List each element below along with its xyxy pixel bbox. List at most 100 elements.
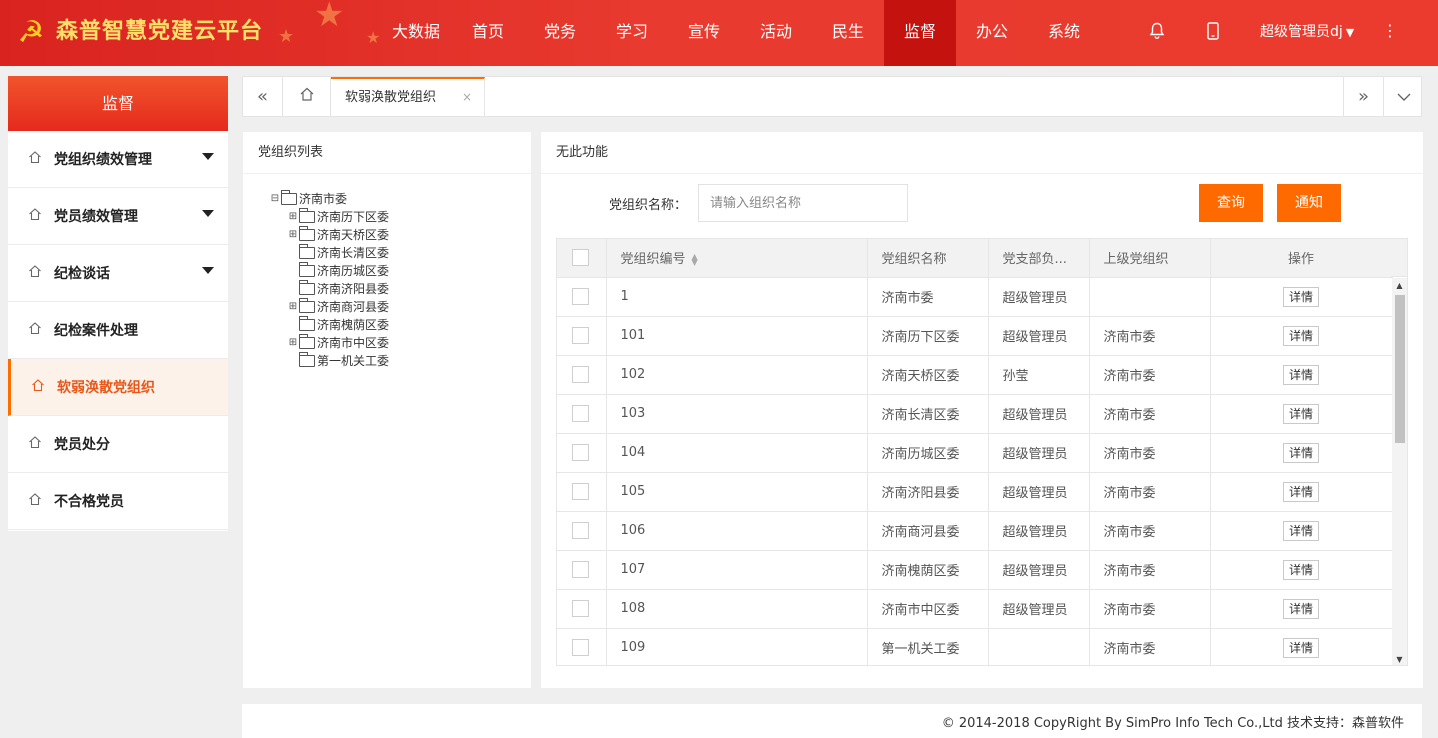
nav-item-0[interactable]: 大数据 bbox=[380, 0, 452, 66]
expand-icon[interactable]: ⊞ bbox=[287, 226, 299, 244]
scroll-down-icon[interactable]: ▼ bbox=[1392, 652, 1407, 665]
row-select-cell bbox=[557, 472, 607, 512]
sort-icon[interactable]: ▲ ▼ bbox=[692, 252, 698, 266]
nav-item-7[interactable]: 监督 bbox=[884, 0, 956, 66]
scroll-thumb[interactable] bbox=[1395, 295, 1405, 443]
detail-button[interactable]: 详情 bbox=[1283, 403, 1319, 424]
org-name-cell: 济南历城区委 bbox=[867, 433, 989, 473]
tree-node[interactable]: ⊞ 济南历下区委 bbox=[269, 208, 389, 226]
home-icon bbox=[300, 87, 313, 101]
row-checkbox[interactable] bbox=[572, 327, 589, 344]
tree-node[interactable]: 济南槐荫区委 bbox=[269, 316, 389, 334]
tree-panel-title: 党组织列表 bbox=[243, 132, 531, 174]
row-checkbox[interactable] bbox=[572, 405, 589, 422]
mobile-icon[interactable] bbox=[1203, 22, 1223, 42]
user-menu[interactable]: 超级管理员dj ▼ bbox=[1260, 22, 1354, 43]
tree-node[interactable]: ⊞ 济南天桥区委 bbox=[269, 226, 389, 244]
table-row[interactable]: 105 济南济阳县委 超级管理员 济南市委 详情 bbox=[557, 472, 1393, 512]
tree-node[interactable]: ⊞ 济南市中区委 bbox=[269, 334, 389, 352]
detail-button[interactable]: 详情 bbox=[1283, 325, 1319, 346]
row-checkbox[interactable] bbox=[572, 639, 589, 656]
row-checkbox[interactable] bbox=[572, 600, 589, 617]
detail-button[interactable]: 详情 bbox=[1283, 559, 1319, 580]
sidebar-item-label: 党员处分 bbox=[54, 437, 110, 453]
parent-org-cell: 济南市委 bbox=[1089, 628, 1211, 665]
table-scrollbar[interactable]: ▲ ▼ bbox=[1392, 278, 1407, 665]
tree-node[interactable]: 第一机关工委 bbox=[269, 352, 389, 370]
row-checkbox[interactable] bbox=[572, 522, 589, 539]
notify-button[interactable]: 通知 bbox=[1277, 184, 1341, 222]
table-row[interactable]: 107 济南槐荫区委 超级管理员 济南市委 详情 bbox=[557, 550, 1393, 590]
tree-node[interactable]: 济南历城区委 bbox=[269, 262, 389, 280]
nav-item-9[interactable]: 系统 bbox=[1028, 0, 1100, 66]
caret-down-icon[interactable] bbox=[202, 153, 214, 160]
scroll-tabs-right-button[interactable]: » bbox=[1343, 77, 1383, 116]
expand-icon[interactable]: ⊞ bbox=[287, 208, 299, 226]
more-vertical-icon[interactable]: ⋮ bbox=[1382, 21, 1398, 41]
home-tab-button[interactable] bbox=[283, 77, 331, 116]
nav-item-8[interactable]: 办公 bbox=[956, 0, 1028, 66]
folder-icon bbox=[299, 316, 315, 331]
row-checkbox[interactable] bbox=[572, 366, 589, 383]
sidebar-item-4[interactable]: 软弱涣散党组织 bbox=[8, 359, 228, 416]
table-row[interactable]: 108 济南市中区委 超级管理员 济南市委 详情 bbox=[557, 589, 1393, 629]
detail-button[interactable]: 详情 bbox=[1283, 598, 1319, 619]
parent-org-cell bbox=[1089, 277, 1211, 317]
tree-node[interactable]: ⊞ 济南商河县委 bbox=[269, 298, 389, 316]
table-row[interactable]: 109 第一机关工委 济南市委 详情 bbox=[557, 628, 1393, 665]
query-button[interactable]: 查询 bbox=[1199, 184, 1263, 222]
tree-node-root[interactable]: ⊟ 济南市委 bbox=[269, 190, 389, 208]
nav-item-1[interactable]: 首页 bbox=[452, 0, 524, 66]
nav-item-6[interactable]: 民生 bbox=[812, 0, 884, 66]
caret-down-icon[interactable] bbox=[202, 210, 214, 217]
tab-menu-button[interactable] bbox=[1383, 77, 1423, 116]
scroll-tabs-left-button[interactable]: « bbox=[243, 77, 283, 116]
nav-item-2[interactable]: 党务 bbox=[524, 0, 596, 66]
sidebar-item-3[interactable]: 纪检案件处理 bbox=[8, 302, 228, 359]
main-nav: 大数据 首页 党务 学习 宣传 活动 民生 监督 办公 系统 bbox=[380, 0, 1100, 66]
detail-button[interactable]: 详情 bbox=[1283, 442, 1319, 463]
detail-button[interactable]: 详情 bbox=[1283, 364, 1319, 385]
folder-icon bbox=[281, 190, 297, 205]
nav-item-5[interactable]: 活动 bbox=[740, 0, 812, 66]
scroll-up-icon[interactable]: ▲ bbox=[1392, 278, 1407, 293]
bell-icon[interactable] bbox=[1147, 22, 1167, 42]
table-row[interactable]: 101 济南历下区委 超级管理员 济南市委 详情 bbox=[557, 316, 1393, 356]
detail-button[interactable]: 详情 bbox=[1283, 637, 1319, 658]
collapse-icon[interactable]: ⊟ bbox=[269, 190, 281, 208]
caret-down-icon[interactable] bbox=[202, 267, 214, 274]
nav-item-3[interactable]: 学习 bbox=[596, 0, 668, 66]
sidebar-item-1[interactable]: 党员绩效管理 bbox=[8, 188, 228, 245]
sidebar-item-2[interactable]: 纪检谈话 bbox=[8, 245, 228, 302]
row-checkbox[interactable] bbox=[572, 483, 589, 500]
home-icon bbox=[28, 150, 46, 168]
nav-item-4[interactable]: 宣传 bbox=[668, 0, 740, 66]
tab-weak-organization[interactable]: 软弱涣散党组织 × bbox=[331, 77, 485, 116]
select-all-checkbox[interactable] bbox=[572, 249, 589, 267]
organization-name-input[interactable] bbox=[698, 184, 908, 222]
detail-button[interactable]: 详情 bbox=[1283, 520, 1319, 541]
sidebar-item-0[interactable]: 党组织绩效管理 bbox=[8, 131, 228, 188]
sidebar-item-5[interactable]: 党员处分 bbox=[8, 416, 228, 473]
expand-icon[interactable]: ⊞ bbox=[287, 334, 299, 352]
row-checkbox[interactable] bbox=[572, 288, 589, 305]
table-row[interactable]: 102 济南天桥区委 孙莹 济南市委 详情 bbox=[557, 355, 1393, 395]
table-row[interactable]: 106 济南商河县委 超级管理员 济南市委 详情 bbox=[557, 511, 1393, 551]
row-checkbox[interactable] bbox=[572, 444, 589, 461]
expand-icon[interactable]: ⊞ bbox=[287, 298, 299, 316]
actions-cell: 详情 bbox=[1210, 355, 1393, 395]
table-row[interactable]: 103 济南长清区委 超级管理员 济南市委 详情 bbox=[557, 394, 1393, 434]
tree-node[interactable]: 济南济阳县委 bbox=[269, 280, 389, 298]
star-icon: ★ bbox=[278, 26, 295, 47]
tree-node[interactable]: 济南长清区委 bbox=[269, 244, 389, 262]
sidebar-item-6[interactable]: 不合格党员 bbox=[8, 473, 228, 530]
close-icon[interactable]: × bbox=[462, 79, 472, 116]
detail-button[interactable]: 详情 bbox=[1283, 286, 1319, 307]
table-row[interactable]: 104 济南历城区委 超级管理员 济南市委 详情 bbox=[557, 433, 1393, 473]
table-row[interactable]: 1 济南市委 超级管理员 详情 bbox=[557, 277, 1393, 317]
detail-button[interactable]: 详情 bbox=[1283, 481, 1319, 502]
row-select-cell bbox=[557, 589, 607, 629]
row-checkbox[interactable] bbox=[572, 561, 589, 578]
column-header-id[interactable]: 党组织编号 ▲ ▼ bbox=[606, 239, 868, 278]
leader-cell: 超级管理员 bbox=[988, 472, 1090, 512]
